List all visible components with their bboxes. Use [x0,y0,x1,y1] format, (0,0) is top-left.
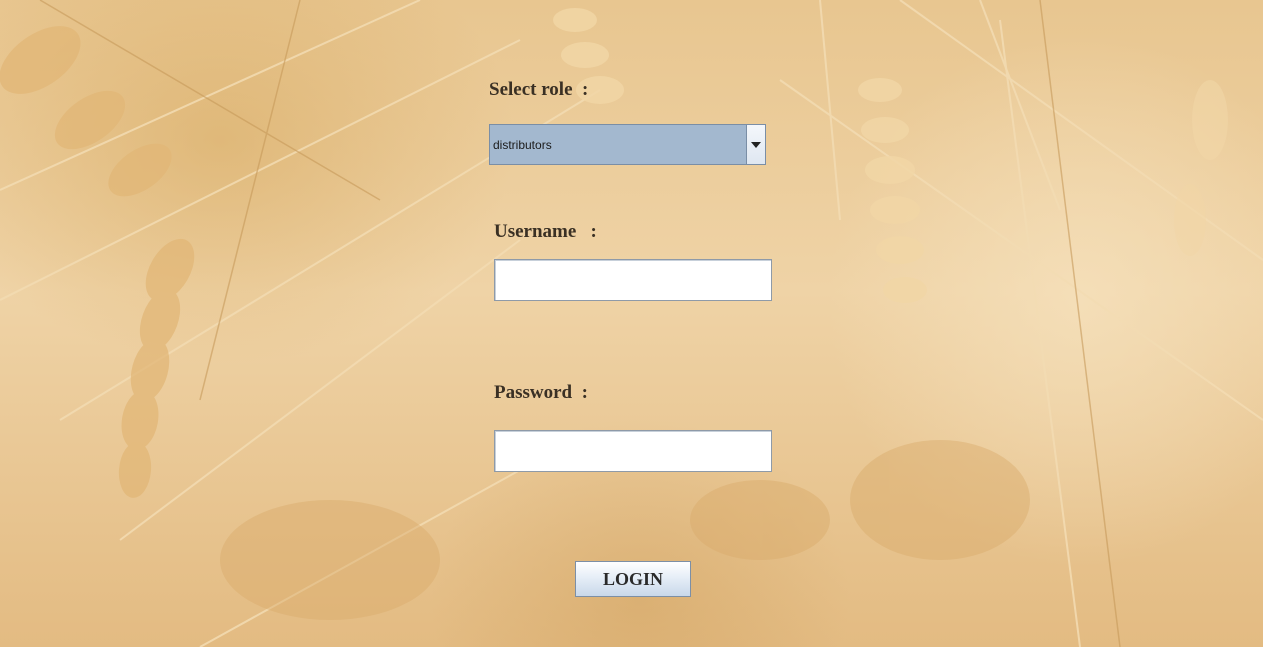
login-button[interactable]: LOGIN [575,561,691,597]
username-field[interactable] [494,259,772,301]
username-label: Username : [494,221,597,242]
role-dropdown-value: distributors [493,138,552,152]
password-label: Password : [494,382,588,403]
wheat-background [0,0,1263,647]
password-field[interactable] [494,430,772,472]
wheat-illustration [0,0,1263,647]
chevron-down-icon[interactable] [746,125,765,164]
select-role-label: Select role : [489,79,589,100]
role-dropdown[interactable]: distributors [489,124,766,165]
